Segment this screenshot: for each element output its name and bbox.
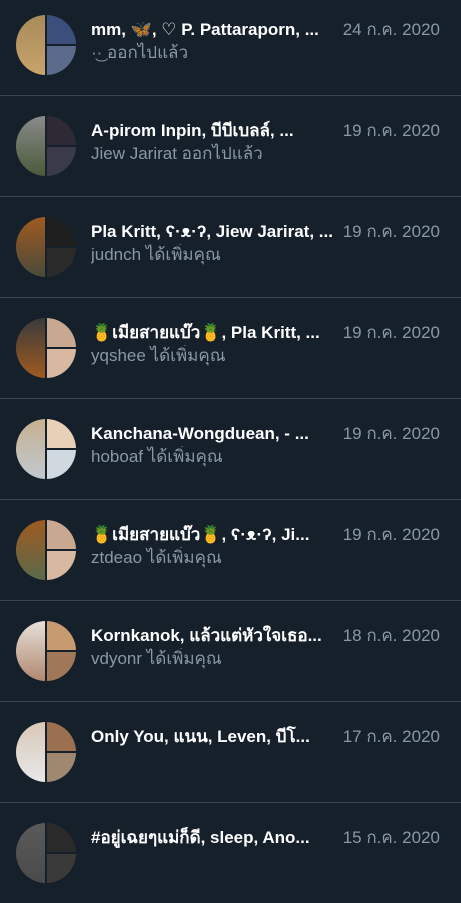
conversation-date: 19 ก.ค. 2020 (342, 424, 440, 443)
avatar-divider (46, 44, 76, 46)
avatar-image-left (16, 621, 46, 681)
avatar-image-top-right (46, 217, 76, 247)
conversation-item[interactable]: Kornkanok, แล้วแต่หัวใจเธอ... 18 ก.ค. 20… (0, 600, 461, 701)
group-avatar (16, 116, 76, 176)
avatar-image-left (16, 722, 46, 782)
conversation-date: 17 ก.ค. 2020 (342, 727, 440, 746)
conversation-name: Pla Kritt, ʕ·ᴥ·ʔ, Jiew Jarirat, ... (91, 222, 333, 241)
avatar-image-left (16, 15, 46, 75)
conversation-date: 24 ก.ค. 2020 (342, 20, 440, 39)
conversation-subtitle: ztdeao ได้เพิ่มคุณ (91, 548, 222, 567)
avatar-image-bottom-right (46, 348, 76, 378)
conversation-date: 19 ก.ค. 2020 (342, 525, 440, 544)
group-avatar (16, 217, 76, 277)
conversation-item[interactable]: 🍍เมียสายแบ๊ว🍍, ʕ·ᴥ·ʔ, Ji... 19 ก.ค. 2020… (0, 499, 461, 600)
avatar-image-left (16, 823, 46, 883)
conversation-subtitle: vdyonr ได้เพิ่มคุณ (91, 649, 222, 668)
avatar-image-bottom-right (46, 550, 76, 580)
group-avatar (16, 15, 76, 75)
conversation-item[interactable]: #อยู่เฉยๆแม่ก็ดี, sleep, Ano... 15 ก.ค. … (0, 802, 461, 903)
conversation-item[interactable]: Only You, แนน, Leven, บีโ... 17 ก.ค. 202… (0, 701, 461, 802)
avatar-image-top-right (46, 116, 76, 146)
avatar-image-left (16, 419, 46, 479)
conversation-date: 15 ก.ค. 2020 (342, 828, 440, 847)
avatar-image-top-right (46, 722, 76, 752)
group-avatar (16, 318, 76, 378)
conversation-name: A-pirom Inpin, บีบีเบลล์, ... (91, 121, 294, 140)
avatar-image-top-right (46, 318, 76, 348)
group-avatar (16, 419, 76, 479)
avatar-image-bottom-right (46, 247, 76, 277)
avatar-image-bottom-right (46, 45, 76, 75)
avatar-image-left (16, 318, 46, 378)
conversation-date: 19 ก.ค. 2020 (342, 222, 440, 241)
avatar-image-top-right (46, 621, 76, 651)
avatar-image-bottom-right (46, 853, 76, 883)
conversation-subtitle: ·͜· ออกไปแล้ว (91, 43, 189, 62)
conversation-subtitle: Jiew Jarirat ออกไปแล้ว (91, 144, 263, 163)
group-avatar (16, 520, 76, 580)
group-avatar (16, 722, 76, 782)
avatar-image-bottom-right (46, 651, 76, 681)
avatar-image-left (16, 217, 46, 277)
conversation-item[interactable]: 🍍เมียสายแบ๊ว🍍, Pla Kritt, ... 19 ก.ค. 20… (0, 297, 461, 398)
avatar-image-top-right (46, 823, 76, 853)
avatar-image-bottom-right (46, 146, 76, 176)
conversation-name: 🍍เมียสายแบ๊ว🍍, Pla Kritt, ... (91, 323, 320, 342)
conversation-name: 🍍เมียสายแบ๊ว🍍, ʕ·ᴥ·ʔ, Ji... (91, 525, 310, 544)
avatar-image-top-right (46, 419, 76, 449)
avatar-divider (46, 852, 76, 854)
conversation-name: Only You, แนน, Leven, บีโ... (91, 727, 310, 746)
avatar-divider (46, 347, 76, 349)
conversation-name: mm, 🦋, ♡ P. Pattaraporn, ... (91, 20, 319, 39)
group-avatar (16, 621, 76, 681)
conversation-name: Kornkanok, แล้วแต่หัวใจเธอ... (91, 626, 322, 645)
avatar-divider (46, 448, 76, 450)
avatar-divider (46, 751, 76, 753)
avatar-image-top-right (46, 520, 76, 550)
conversation-item[interactable]: Pla Kritt, ʕ·ᴥ·ʔ, Jiew Jarirat, ... 19 ก… (0, 196, 461, 297)
avatar-image-left (16, 116, 46, 176)
avatar-image-left (16, 520, 46, 580)
conversation-list: mm, 🦋, ♡ P. Pattaraporn, ... 24 ก.ค. 202… (0, 0, 461, 903)
conversation-item[interactable]: Kanchana-Wongduean, - ... 19 ก.ค. 2020 h… (0, 398, 461, 499)
avatar-divider (46, 145, 76, 147)
conversation-item[interactable]: mm, 🦋, ♡ P. Pattaraporn, ... 24 ก.ค. 202… (0, 0, 461, 95)
conversation-subtitle: hoboaf ได้เพิ่มคุณ (91, 447, 223, 466)
conversation-item[interactable]: A-pirom Inpin, บีบีเบลล์, ... 19 ก.ค. 20… (0, 95, 461, 196)
group-avatar (16, 823, 76, 883)
avatar-image-top-right (46, 15, 76, 45)
conversation-subtitle: judnch ได้เพิ่มคุณ (91, 245, 221, 264)
conversation-subtitle: yqshee ได้เพิ่มคุณ (91, 346, 226, 365)
avatar-divider (46, 246, 76, 248)
conversation-name: Kanchana-Wongduean, - ... (91, 424, 309, 443)
avatar-divider (46, 650, 76, 652)
conversation-date: 19 ก.ค. 2020 (342, 323, 440, 342)
avatar-image-bottom-right (46, 752, 76, 782)
conversation-name: #อยู่เฉยๆแม่ก็ดี, sleep, Ano... (91, 828, 310, 847)
conversation-date: 19 ก.ค. 2020 (342, 121, 440, 140)
avatar-image-bottom-right (46, 449, 76, 479)
conversation-date: 18 ก.ค. 2020 (342, 626, 440, 645)
avatar-divider (46, 549, 76, 551)
